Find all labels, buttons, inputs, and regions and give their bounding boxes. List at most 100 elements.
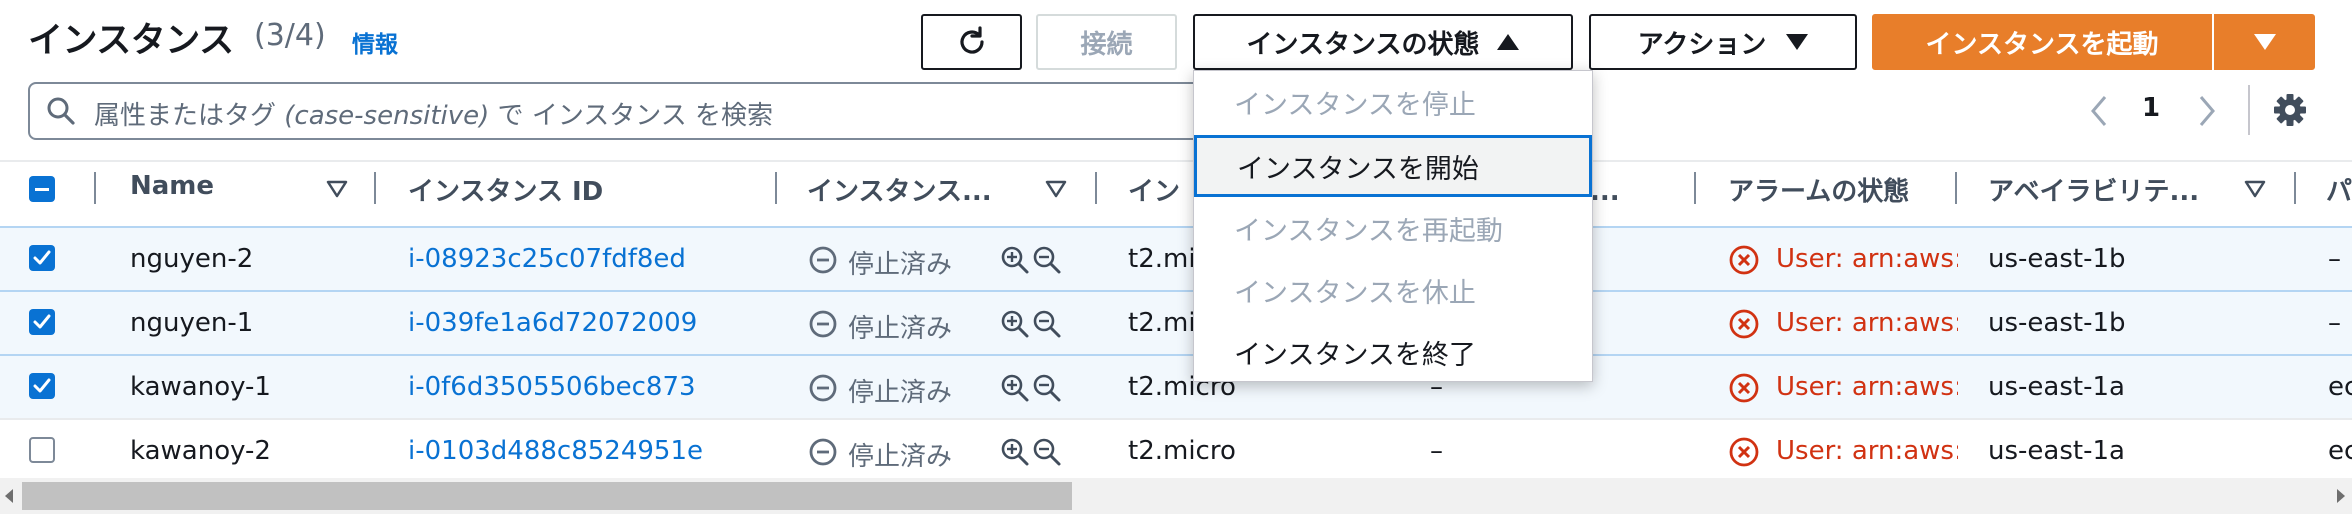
col-header-public-dns[interactable]: パ [2326,171,2352,208]
filter-caret-icon[interactable] [326,180,348,198]
connect-button-label: 接続 [1080,29,1133,60]
indeterminate-mark [35,187,49,191]
instance-state: 停止済み [848,250,953,280]
launch-instances-button[interactable]: インスタンスを起動 [1872,14,2212,70]
scroll-left-arrow-icon[interactable] [2,487,16,505]
gear-icon[interactable] [2272,92,2308,128]
filter-caret-icon[interactable] [2244,180,2266,198]
instance-state: 停止済み [848,442,953,472]
search-placeholder: 属性またはタグ (case-sensitive) で インスタンス を検索 [94,101,774,131]
public-dns: – [2328,244,2341,274]
zoom-out-icon[interactable] [1032,373,1062,403]
launch-dropdown-button[interactable] [2214,14,2315,70]
stopped-icon [809,310,837,338]
check-icon [33,378,51,393]
instance-name: nguyen-2 [130,244,254,274]
col-header-instance-type[interactable]: イン [1128,171,1180,208]
instance-state: 停止済み [848,314,953,344]
actions-label: アクション [1637,29,1767,60]
col-header-instance-id[interactable]: インスタンス ID [408,171,603,208]
alarm-error-icon [1729,437,1759,467]
table-top-border [0,160,2352,162]
filter-caret-icon[interactable] [1045,180,1067,198]
instance-id-link[interactable]: i-0f6d3505506bec873 [408,372,696,402]
menu-item-reboot: インスタンスを再起動 [1234,215,1503,247]
availability-zone: us-east-1b [1988,308,2126,338]
menu-item-hibernate: インスタンスを休止 [1234,277,1476,309]
status-check: – [1430,436,1443,466]
availability-zone: us-east-1a [1988,372,2125,402]
instance-id-link[interactable]: i-08923c25c07fdf8ed [408,244,686,274]
column-separator [1955,172,1957,204]
chevron-left-icon[interactable] [2088,94,2110,128]
check-icon [33,250,51,265]
divider [2248,85,2250,135]
refresh-icon [959,26,984,54]
col-header-alarm-status[interactable]: アラームの状態 [1728,171,1909,208]
col-header-availability-zone[interactable]: アベイラビリテ... [1988,171,2199,208]
alarm-status[interactable]: User: arn:aws:i [1776,436,1958,466]
instance-state-button[interactable]: インスタンスの状態 [1193,14,1573,70]
menu-item-stop: インスタンスを停止 [1234,89,1476,121]
instance-type: t2.mi [1128,244,1196,274]
public-dns: – [2328,308,2341,338]
stopped-icon [809,438,837,466]
connect-button[interactable]: 接続 [1036,14,1177,70]
instance-id-link[interactable]: i-0103d488c8524951e [408,436,703,466]
page-title: インスタンス [28,21,234,61]
instance-state-menu: インスタンスを停止インスタンスを開始インスタンスを再起動 インスタンスを休止インス… [1193,70,1593,382]
column-separator [1095,172,1097,204]
alarm-status[interactable]: User: arn:aws:i [1776,372,1958,402]
zoom-out-icon[interactable] [1032,245,1062,275]
instance-state: 停止済み [848,378,953,408]
stopped-icon [809,246,837,274]
alarm-status[interactable]: User: arn:aws:i [1776,308,1958,338]
check-icon [33,314,51,329]
col-header-instance-state[interactable]: インスタンス... [807,171,992,208]
instance-name: kawanoy-2 [130,436,271,466]
column-separator [1694,172,1696,204]
instance-id-link[interactable]: i-039fe1a6d72072009 [408,308,697,338]
scroll-right-arrow-icon[interactable] [2334,487,2348,505]
stopped-icon [809,374,837,402]
instance-name: kawanoy-1 [130,372,271,402]
actions-button[interactable]: アクション [1589,14,1857,70]
row-checkbox[interactable] [29,245,55,271]
caret-down-icon [1786,34,1809,50]
instance-type: t2.micro [1128,436,1236,466]
select-all-checkbox[interactable] [29,176,55,202]
launch-label: インスタンスを起動 [1925,29,2159,60]
row-checkbox[interactable] [29,437,55,463]
menu-item-start[interactable]: インスタンスを開始 [1194,135,1592,197]
col-header-name[interactable]: Name [130,171,214,201]
public-dns: ec [2328,436,2352,466]
instance-type: t2.mi [1128,308,1196,338]
refresh-button[interactable] [921,14,1022,70]
column-separator [374,172,376,204]
alarm-error-icon [1729,245,1759,275]
zoom-out-icon[interactable] [1032,437,1062,467]
menu-item-terminate[interactable]: インスタンスを終了 [1194,321,1592,383]
zoom-out-icon[interactable] [1032,309,1062,339]
availability-zone: us-east-1a [1988,436,2125,466]
column-separator [775,172,777,204]
column-separator [2294,172,2296,204]
page-number[interactable]: 1 [2142,93,2160,123]
caret-up-icon [1497,34,1520,50]
alarm-status[interactable]: User: arn:aws:i [1776,244,1958,274]
zoom-in-icon[interactable] [1000,437,1030,467]
zoom-in-icon[interactable] [1000,309,1030,339]
info-link[interactable]: 情報 [352,25,398,59]
search-icon [47,97,75,125]
instance-state-label: インスタンスの状態 [1246,29,1480,60]
zoom-in-icon[interactable] [1000,373,1030,403]
row-checkbox[interactable] [29,373,55,399]
chevron-right-icon[interactable] [2196,94,2218,128]
zoom-in-icon[interactable] [1000,245,1030,275]
caret-down-icon [2253,34,2276,50]
column-separator [94,172,96,204]
row-checkbox[interactable] [29,309,55,335]
public-dns: ec [2328,372,2352,402]
scrollbar-thumb[interactable] [22,482,1072,510]
availability-zone: us-east-1b [1988,244,2126,274]
